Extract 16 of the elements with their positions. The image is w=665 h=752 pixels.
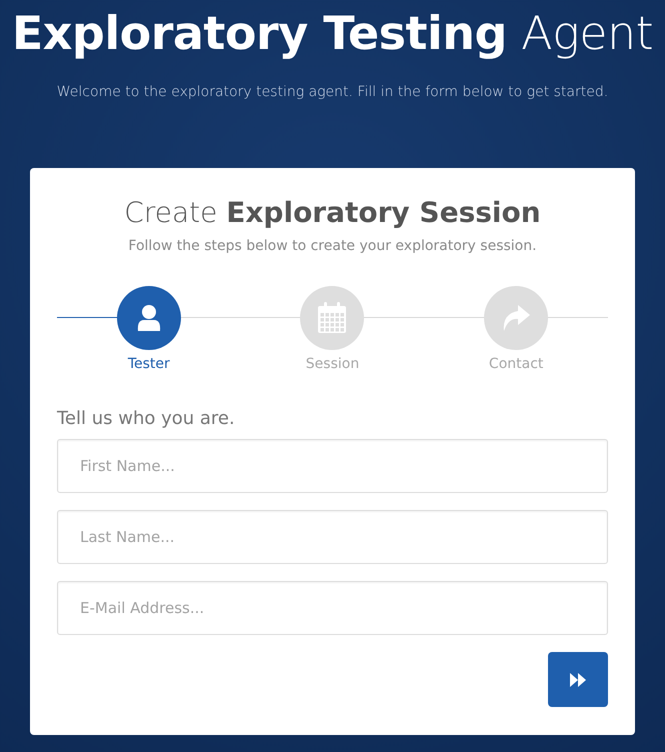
page-title: Exploratory Testing Agent xyxy=(12,5,654,62)
step-label: Contact xyxy=(488,356,544,372)
card-title: Create Exploratory Session xyxy=(123,195,542,231)
next-button[interactable] xyxy=(548,652,608,707)
calendar-icon xyxy=(317,302,348,334)
input-field[interactable]: Last Name... xyxy=(57,510,608,564)
share-arrow-icon xyxy=(501,304,532,332)
section-title: Tell us who you are. xyxy=(57,408,236,429)
input-field[interactable]: First Name... xyxy=(57,439,608,493)
welcome-text: Welcome to the exploratory testing agent. Fill in the form below to get started. xyxy=(56,84,608,100)
fast-forward-icon xyxy=(570,672,586,686)
user-icon xyxy=(136,304,162,332)
step-label: Tester xyxy=(128,356,170,372)
input-field[interactable]: E-Mail Address... xyxy=(57,581,608,635)
step-label: Session xyxy=(306,356,360,372)
card-subtitle: Follow the steps below to create your exploratory session. xyxy=(127,238,538,254)
